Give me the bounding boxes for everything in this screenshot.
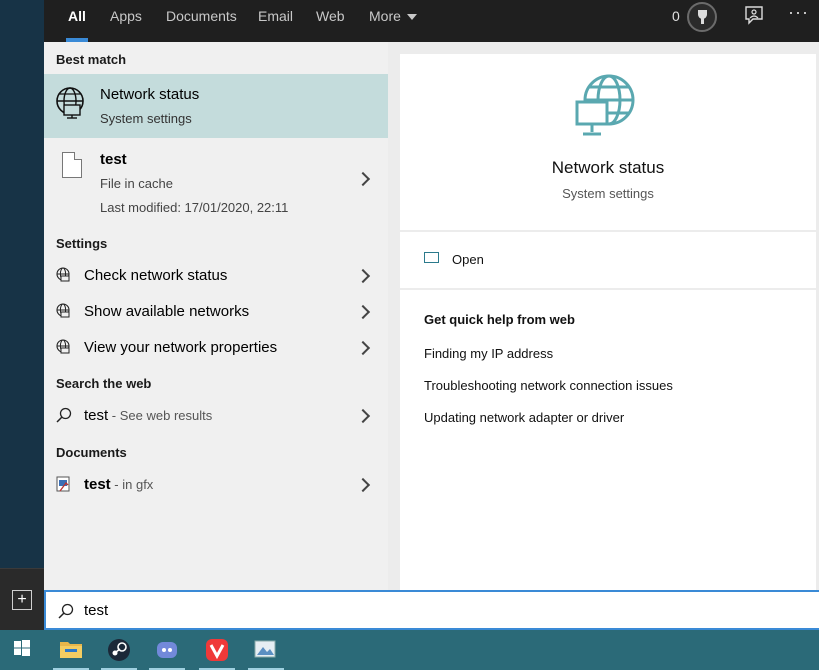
taskbar [0,630,819,670]
chevron-right-icon[interactable] [355,340,371,356]
tab-web[interactable]: Web [316,0,345,42]
search-box[interactable]: test [44,590,819,630]
document-hint: - in gfx [110,477,154,492]
best-match-subtitle: System settings [100,111,192,126]
section-search-web: Search the web [56,376,152,391]
web-search-result[interactable]: test - See web results [44,398,388,434]
tab-email[interactable]: Email [258,0,293,42]
globe-icon [56,303,70,318]
quick-help-heading: Get quick help from web [424,312,575,327]
desktop-background [0,0,44,630]
settings-item-network-properties[interactable]: View your network properties [44,330,388,366]
document-name: test [84,476,111,493]
open-label: Open [452,252,484,267]
document-label: test - in gfx [84,476,153,493]
rewards-points: 0 [672,8,680,24]
taskbar-steam[interactable] [95,630,143,670]
steam-icon [108,639,130,661]
tab-documents[interactable]: Documents [166,0,237,42]
feedback-icon[interactable] [744,5,764,25]
taskbar-discord[interactable] [143,630,191,670]
file-icon [62,152,82,178]
photos-icon [254,640,276,658]
section-settings: Settings [56,236,108,251]
web-hint: - See web results [108,408,213,423]
image-file-icon [56,476,70,492]
file-result[interactable]: test File in cache Last modified: 17/01/… [44,138,388,226]
search-icon [58,603,74,619]
web-result-label: test - See web results [84,407,212,424]
open-action[interactable]: Open [400,232,816,288]
globe-icon [56,339,70,354]
document-result[interactable]: test - in gfx [44,467,388,503]
chevron-right-icon[interactable] [355,171,371,187]
preview-title: Network status [551,158,665,177]
settings-item-check-network[interactable]: Check network status [44,258,388,294]
windows-icon [14,640,30,656]
search-filter-bar: All Apps Documents Email Web More 0 ··· [44,0,819,42]
taskbar-file-explorer[interactable] [47,630,95,670]
settings-item-label: Show available networks [84,303,250,320]
preview-subtitle: System settings [562,186,654,201]
caret-down-icon [406,14,417,21]
more-options-icon[interactable]: ··· [788,2,809,23]
web-query: test [84,407,109,424]
vivaldi-icon [206,639,228,661]
preview-panel: Network status System settings Open Get … [388,42,819,590]
globe-icon [56,87,84,119]
chevron-right-icon[interactable] [355,477,371,493]
section-documents: Documents [56,445,127,460]
tab-all[interactable]: All [68,0,86,42]
tab-more-label: More [369,8,401,24]
search-icon [56,407,72,423]
folder-icon [60,642,82,658]
best-match-result[interactable]: Network status System settings [44,74,388,138]
tab-apps[interactable]: Apps [110,0,142,42]
chevron-right-icon[interactable] [355,304,371,320]
section-best-match: Best match [56,52,127,67]
help-link-ip[interactable]: Finding my IP address [424,346,553,361]
add-icon[interactable]: + [12,590,32,610]
settings-item-label: View your network properties [84,339,278,356]
help-link-troubleshooting[interactable]: Troubleshooting network connection issue… [424,378,673,393]
results-panel: Best match Network status System setting… [44,42,388,590]
file-name: test [100,151,127,168]
discord-icon [157,642,177,658]
file-type: File in cache [100,176,173,191]
quick-help: Get quick help from web Finding my IP ad… [400,290,816,590]
settings-item-show-networks[interactable]: Show available networks [44,294,388,330]
network-globe-icon [575,74,635,136]
trophy-icon[interactable] [687,2,717,32]
help-link-adapter[interactable]: Updating network adapter or driver [424,410,624,425]
preview-header: Network status System settings [400,54,816,230]
settings-item-label: Check network status [84,267,228,284]
chevron-right-icon[interactable] [355,408,371,424]
search-input[interactable]: test [84,602,108,619]
tab-more[interactable]: More [369,0,417,42]
taskbar-photos[interactable] [242,630,290,670]
chevron-right-icon[interactable] [355,268,371,284]
open-icon [424,252,439,263]
taskbar-vivaldi[interactable] [193,630,241,670]
start-button[interactable] [0,630,48,670]
file-modified: Last modified: 17/01/2020, 22:11 [100,200,289,215]
globe-icon [56,267,70,282]
best-match-title: Network status [100,86,200,103]
